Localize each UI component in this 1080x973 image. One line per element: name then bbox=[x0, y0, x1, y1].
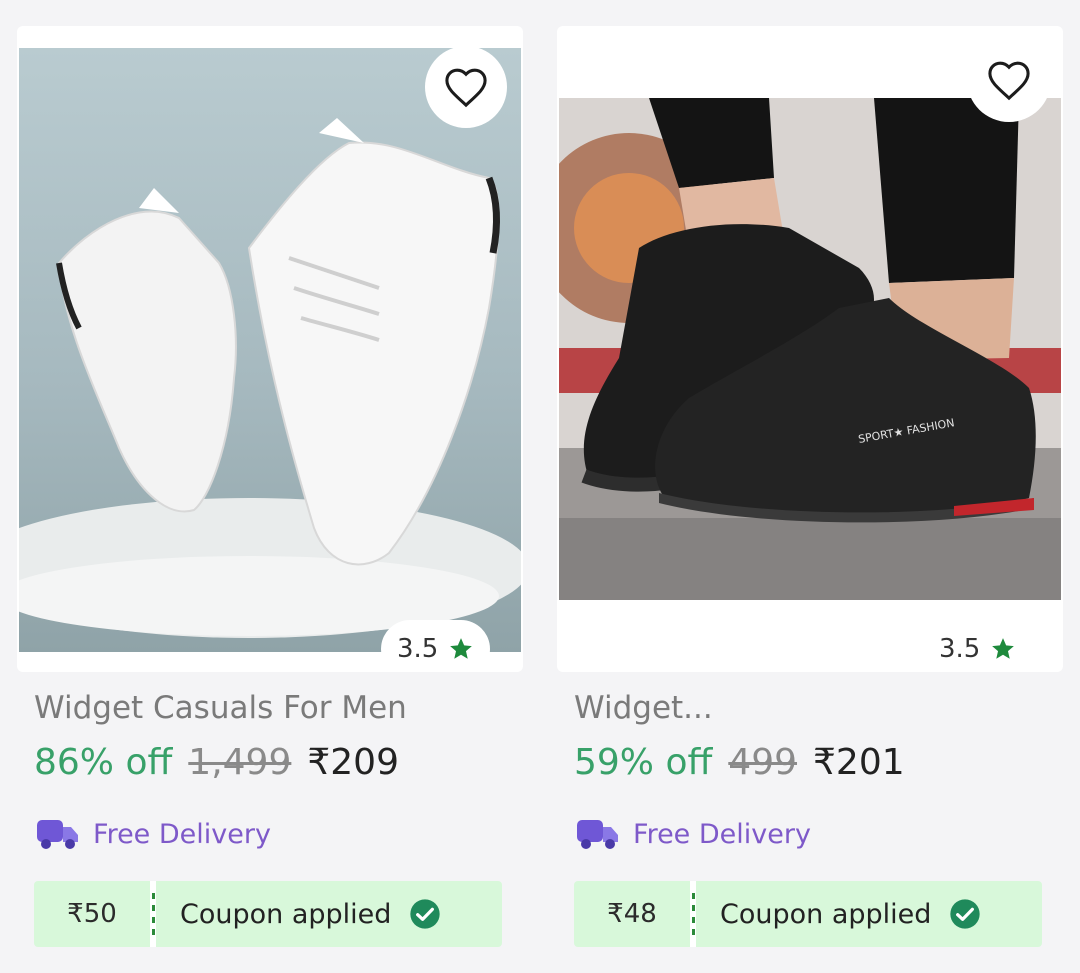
product-title[interactable]: Widget... bbox=[574, 690, 1054, 726]
star-icon bbox=[992, 638, 1015, 659]
original-price: 1,499 bbox=[188, 742, 292, 783]
delivery-truck-icon bbox=[577, 820, 618, 849]
check-circle-icon bbox=[410, 899, 441, 929]
sale-price: ₹209 bbox=[307, 742, 399, 783]
star-icon bbox=[450, 638, 473, 659]
coupon-amount: ₹50 bbox=[34, 881, 150, 947]
coupon-label: Coupon applied bbox=[720, 898, 932, 930]
delivery-label: Free Delivery bbox=[93, 818, 271, 850]
rating-value: 3.5 bbox=[939, 634, 981, 664]
product-card[interactable]: 3.5 Widget Casuals For Men 86% off 1,499… bbox=[17, 26, 523, 973]
original-price: 499 bbox=[728, 742, 798, 783]
price-row: 86% off 1,499 ₹209 bbox=[34, 742, 399, 783]
discount-label: 59% off bbox=[574, 742, 713, 783]
coupon-badge[interactable]: ₹50 Coupon applied bbox=[34, 881, 502, 947]
delivery-info: Free Delivery bbox=[577, 818, 811, 850]
coupon-label-wrap: Coupon applied bbox=[156, 881, 502, 947]
product-card[interactable]: SPORT★ FASHION 3.5 Widget... 59% off 499… bbox=[557, 26, 1063, 973]
delivery-info: Free Delivery bbox=[37, 818, 271, 850]
product-title[interactable]: Widget Casuals For Men bbox=[34, 690, 514, 726]
heart-outline-icon bbox=[988, 61, 1030, 101]
heart-outline-icon bbox=[445, 68, 487, 108]
rating-value: 3.5 bbox=[397, 634, 439, 664]
check-circle-icon bbox=[950, 899, 981, 929]
coupon-amount: ₹48 bbox=[574, 881, 690, 947]
delivery-truck-icon bbox=[37, 820, 78, 849]
product-image-frame[interactable]: SPORT★ FASHION 3.5 bbox=[557, 26, 1063, 672]
coupon-label-wrap: Coupon applied bbox=[696, 881, 1042, 947]
coupon-badge[interactable]: ₹48 Coupon applied bbox=[574, 881, 1042, 947]
product-grid: 3.5 Widget Casuals For Men 86% off 1,499… bbox=[0, 0, 1080, 973]
rating-badge: 3.5 bbox=[923, 620, 1033, 672]
product-image[interactable]: SPORT★ FASHION bbox=[559, 98, 1061, 600]
product-image-frame[interactable]: 3.5 bbox=[17, 26, 523, 672]
rating-badge: 3.5 bbox=[381, 620, 491, 672]
delivery-label: Free Delivery bbox=[633, 818, 811, 850]
sale-price: ₹201 bbox=[813, 742, 905, 783]
coupon-label: Coupon applied bbox=[180, 898, 392, 930]
wishlist-button[interactable] bbox=[425, 46, 507, 128]
wishlist-button[interactable] bbox=[967, 38, 1051, 122]
price-row: 59% off 499 ₹201 bbox=[574, 742, 905, 783]
discount-label: 86% off bbox=[34, 742, 173, 783]
product-image[interactable] bbox=[19, 48, 521, 652]
